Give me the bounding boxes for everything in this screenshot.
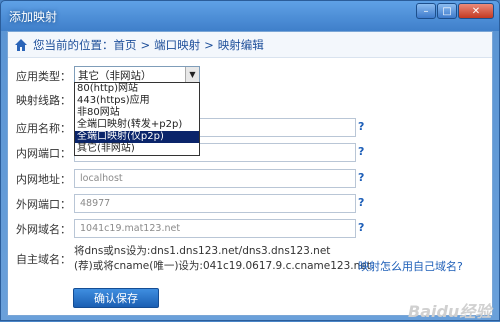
title-bar[interactable]: 添加映射 – □ ✕: [1, 1, 499, 31]
maximize-icon: □: [442, 5, 452, 17]
home-icon: [14, 38, 28, 52]
minimize-button[interactable]: –: [416, 3, 436, 19]
outer-domain-input[interactable]: 1041c19.mat123.net: [74, 219, 356, 238]
app-type-dropdown[interactable]: 80(http)网站 443(https)应用 非80网站 全端口映射(转发+p2p)…: [74, 82, 200, 156]
maximize-button[interactable]: □: [437, 3, 457, 19]
breadcrumb-prefix[interactable]: 您当前的位置：首页: [33, 37, 137, 53]
dialog-window: 添加映射 – □ ✕ 您当前的位置：首页 > 端口映射 > 映射编辑 应用类型：…: [0, 0, 500, 321]
watermark-logo: Baidu经验: [408, 302, 492, 321]
inner-port-label: 内网端口：: [16, 147, 71, 160]
app-type-select[interactable]: 其它（非网站） ▼: [74, 66, 200, 83]
window-title: 添加映射: [9, 10, 58, 24]
app-name-help-icon[interactable]: ?: [358, 120, 364, 133]
mapping-path-label: 映射线路：: [16, 94, 71, 107]
save-button[interactable]: 确认保存: [73, 288, 159, 308]
inner-address-help-icon[interactable]: ?: [358, 171, 364, 184]
outer-port-input[interactable]: 48977: [74, 194, 356, 213]
outer-domain-label: 外网域名：: [16, 223, 71, 236]
inner-address-input[interactable]: localhost: [74, 169, 356, 188]
inner-address-label: 内网地址：: [16, 173, 71, 186]
custom-domain-cname-text: (荐)或将cname(唯一)设为:041c19.0617.9.c.cname12…: [74, 260, 371, 272]
breadcrumb-separator: >: [140, 37, 151, 52]
inner-port-help-icon[interactable]: ?: [358, 145, 364, 158]
close-icon: ✕: [471, 5, 481, 17]
dropdown-option[interactable]: 其它(非网站): [75, 143, 199, 155]
breadcrumb-port-mapping[interactable]: 端口映射: [154, 37, 200, 53]
breadcrumb-mapping-edit: 映射编辑: [217, 37, 264, 52]
dropdown-option[interactable]: 全端口映射(转发+p2p): [75, 119, 199, 131]
app-type-value: 其它（非网站）: [78, 70, 152, 82]
breadcrumb-separator: >: [204, 37, 214, 52]
dropdown-option[interactable]: 443(https)应用: [75, 95, 199, 107]
breadcrumb: 您当前的位置：首页 > 端口映射 > 映射编辑: [8, 32, 492, 58]
outer-port-help-icon[interactable]: ?: [358, 196, 364, 209]
outer-port-label: 外网端口：: [16, 198, 71, 211]
dropdown-option[interactable]: 全端口映射(仅p2p): [75, 131, 199, 143]
app-type-label: 应用类型：: [16, 70, 71, 83]
close-button[interactable]: ✕: [458, 3, 494, 19]
dropdown-option[interactable]: 非80网站: [75, 107, 199, 119]
dialog-content: 您当前的位置：首页 > 端口映射 > 映射编辑 应用类型： 其它（非网站） ▼ …: [7, 31, 493, 321]
minimize-icon: –: [423, 5, 429, 17]
custom-domain-help-link[interactable]: 映射怎么用自己域名?: [358, 258, 463, 274]
custom-domain-label: 自主域名：: [16, 253, 71, 266]
outer-domain-help-icon[interactable]: ?: [358, 221, 364, 234]
save-button-label: 确认保存: [94, 292, 138, 305]
app-name-label: 应用名称：: [16, 122, 71, 135]
chevron-down-icon[interactable]: ▼: [185, 67, 199, 82]
dropdown-option[interactable]: 80(http)网站: [75, 83, 199, 95]
custom-domain-dns-text: 将dns或ns设为:dns1.dns123.net/dns3.dns123.ne…: [74, 245, 331, 257]
